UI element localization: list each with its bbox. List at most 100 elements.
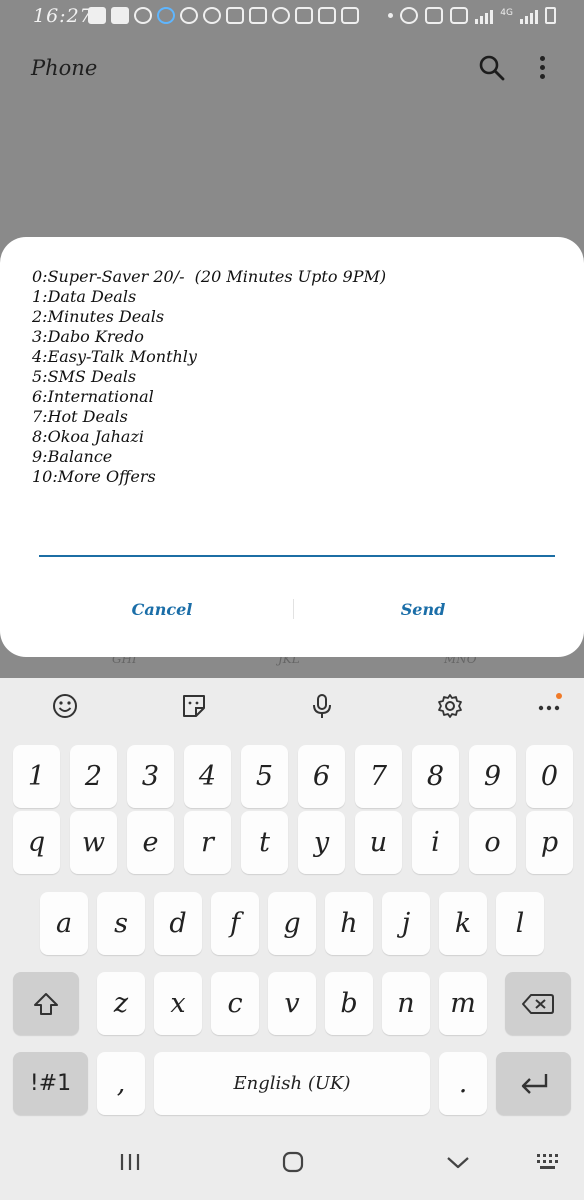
- signal-icon: [475, 8, 494, 24]
- ussd-option: 2:Minutes Deals: [32, 307, 165, 326]
- key-y[interactable]: y: [298, 811, 345, 874]
- page-title: Phone: [31, 56, 98, 80]
- instagram-icon: [318, 7, 336, 24]
- comma-key[interactable]: ,: [97, 1052, 145, 1115]
- status-time: 16:27: [33, 5, 93, 27]
- ussd-option: 8:Okoa Jahazi: [32, 427, 144, 446]
- key-f[interactable]: f: [211, 892, 259, 955]
- recents-icon: [120, 1154, 140, 1170]
- key-c[interactable]: c: [211, 972, 259, 1035]
- back-icon: [447, 1157, 469, 1169]
- key-m[interactable]: m: [439, 972, 487, 1035]
- key-t[interactable]: t: [241, 811, 288, 874]
- space-key[interactable]: English (UK): [154, 1052, 430, 1115]
- key-e[interactable]: e: [127, 811, 174, 874]
- keyboard-settings-button[interactable]: [436, 692, 464, 720]
- key-7[interactable]: 7: [355, 745, 402, 808]
- shift-key[interactable]: [13, 972, 79, 1035]
- key-n[interactable]: n: [382, 972, 430, 1035]
- ussd-option: 3:Dabo Kredo: [32, 327, 144, 346]
- key-4[interactable]: 4: [184, 745, 231, 808]
- key-a[interactable]: a: [40, 892, 88, 955]
- home-button[interactable]: [280, 1148, 306, 1176]
- ussd-option: 5:SMS Deals: [32, 367, 137, 386]
- key-r[interactable]: r: [184, 811, 231, 874]
- home-icon: [282, 1151, 304, 1173]
- navigation-bar: [0, 1124, 584, 1200]
- key-x[interactable]: x: [154, 972, 202, 1035]
- key-h[interactable]: h: [325, 892, 373, 955]
- settings-icon: [438, 694, 462, 718]
- send-button[interactable]: Send: [293, 589, 553, 629]
- key-2[interactable]: 2: [70, 745, 117, 808]
- keyboard-more-button[interactable]: [536, 692, 564, 720]
- voice-input-button[interactable]: [308, 692, 336, 720]
- system-status-icons: 4G: [388, 7, 556, 24]
- ussd-option: 0:Super-Saver 20/- (20 Minutes Upto 9PM): [32, 267, 387, 286]
- key-q[interactable]: q: [13, 811, 60, 874]
- key-p[interactable]: p: [526, 811, 573, 874]
- battery-icon: [545, 7, 556, 24]
- symbols-key[interactable]: !#1: [13, 1052, 88, 1115]
- back-button[interactable]: [445, 1148, 471, 1176]
- mute-icon: [425, 7, 444, 24]
- snapchat-icon: [180, 7, 198, 24]
- status-bar: 16:27 4G: [0, 0, 584, 34]
- message-icon: [88, 7, 106, 24]
- signal-icon: [520, 8, 538, 24]
- message-icon: [111, 7, 129, 24]
- ussd-option: 7:Hot Deals: [32, 407, 128, 426]
- key-z[interactable]: z: [97, 972, 145, 1035]
- shift-icon: [34, 992, 58, 1015]
- ussd-option: 6:International: [32, 387, 154, 406]
- ussd-option: 4:Easy-Talk Monthly: [32, 347, 197, 366]
- key-k[interactable]: k: [439, 892, 487, 955]
- key-g[interactable]: g: [268, 892, 316, 955]
- key-w[interactable]: w: [70, 811, 117, 874]
- more-vert-dot: [540, 65, 545, 70]
- key-l[interactable]: l: [496, 892, 544, 955]
- tiktok-icon: [226, 7, 244, 24]
- more-vert-dot: [540, 74, 545, 79]
- key-o[interactable]: o: [469, 811, 516, 874]
- sticker-button[interactable]: [180, 692, 208, 720]
- key-v[interactable]: v: [268, 972, 316, 1035]
- more-vert-icon: [540, 56, 545, 61]
- key-0[interactable]: 0: [526, 745, 573, 808]
- enter-icon: [521, 1073, 547, 1094]
- alarm-icon: [400, 7, 419, 24]
- search-icon: [479, 55, 505, 81]
- key-3[interactable]: 3: [127, 745, 174, 808]
- recents-button[interactable]: [118, 1148, 142, 1176]
- key-j[interactable]: j: [382, 892, 430, 955]
- key-9[interactable]: 9: [469, 745, 516, 808]
- key-1[interactable]: 1: [13, 745, 60, 808]
- ussd-option: 1:Data Deals: [32, 287, 137, 306]
- key-8[interactable]: 8: [412, 745, 459, 808]
- backspace-key[interactable]: [505, 972, 571, 1035]
- enter-key[interactable]: [496, 1052, 571, 1115]
- emoji-button[interactable]: [51, 692, 79, 720]
- key-s[interactable]: s: [97, 892, 145, 955]
- instagram-icon: [341, 7, 359, 24]
- key-6[interactable]: 6: [298, 745, 345, 808]
- keyboard: 1 2 3 4 5 6 7 8 9 0 q w e r t y u i o p …: [0, 734, 584, 1124]
- key-u[interactable]: u: [355, 811, 402, 874]
- ussd-menu-text: 0:Super-Saver 20/- (20 Minutes Upto 9PM)…: [32, 267, 562, 487]
- key-5[interactable]: 5: [241, 745, 288, 808]
- key-b[interactable]: b: [325, 972, 373, 1035]
- period-key[interactable]: .: [439, 1052, 487, 1115]
- instagram-icon: [295, 7, 313, 24]
- keyboard-switch-button[interactable]: [535, 1148, 561, 1176]
- more-options-button[interactable]: [530, 54, 554, 82]
- search-button[interactable]: [478, 54, 506, 82]
- microphone-icon: [313, 694, 331, 718]
- key-d[interactable]: d: [154, 892, 202, 955]
- sticker-icon: [183, 695, 205, 717]
- notification-icons: [88, 7, 359, 24]
- ussd-option: 9:Balance: [32, 447, 113, 466]
- messenger-icon: [157, 7, 175, 24]
- cancel-button[interactable]: Cancel: [32, 589, 292, 629]
- key-i[interactable]: i: [412, 811, 459, 874]
- ussd-reply-input[interactable]: [39, 519, 555, 557]
